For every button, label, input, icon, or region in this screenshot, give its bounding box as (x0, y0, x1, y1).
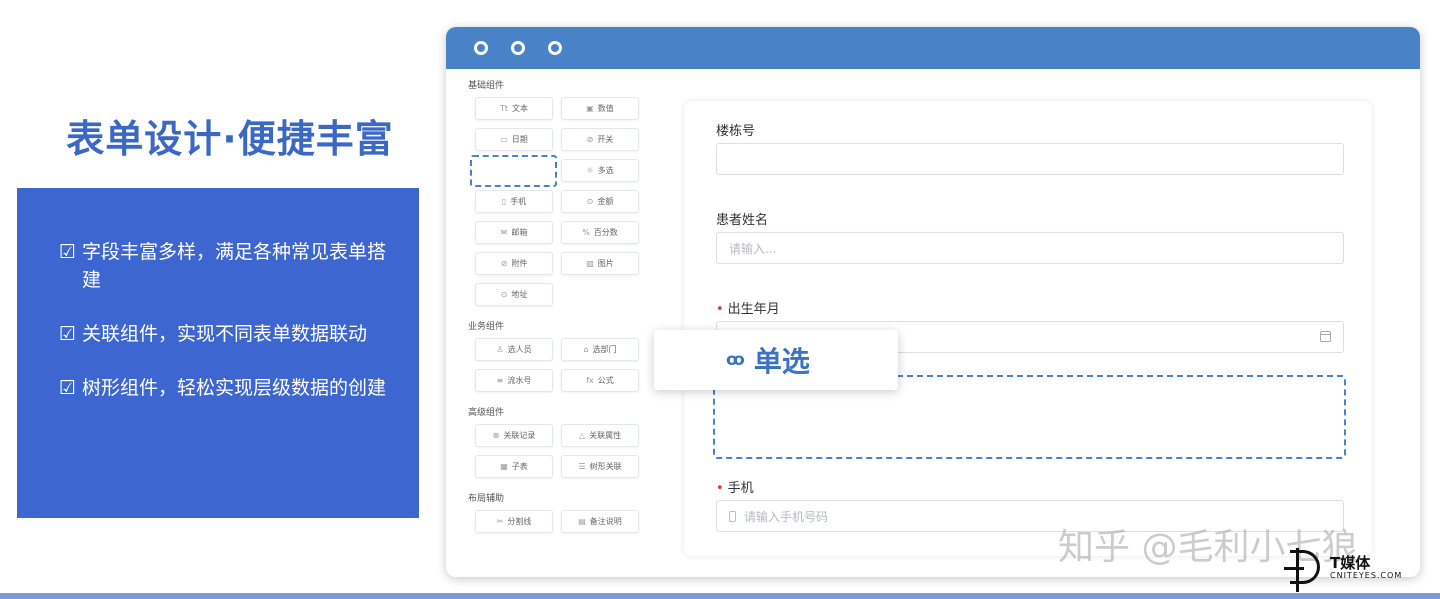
bottom-bar (0, 593, 1440, 599)
checkbox-icon: ☑ (59, 323, 77, 345)
component-tree-link[interactable]: ☰ 树形关联 (561, 455, 639, 478)
list-icon: ≡ (496, 376, 504, 385)
component-grid: ♙ 选人员 ⌂ 选部门 ≡ 流水号 fx 公式 (475, 338, 668, 392)
image-icon: ▨ (586, 259, 594, 268)
window-dot-icon[interactable] (474, 41, 488, 55)
feature-text: 字段丰富多样，满足各种常见表单搭建 (82, 241, 387, 291)
brand-logo: T媒体 CNITEYES.COM (1284, 548, 1403, 592)
component-text[interactable]: Tt 文本 (475, 97, 553, 120)
feature-item: ☑ 树形组件，轻松实现层级数据的创建 (59, 374, 389, 402)
attribute-icon: △ (578, 431, 586, 440)
component-grid: ⊗ 关联记录 △ 关联属性 ▦ 子表 ☰ 树形关联 (475, 424, 668, 478)
title-bar (446, 27, 1420, 69)
multi-select-icon: ☼ (586, 166, 594, 175)
calendar-icon: ▭ (500, 135, 508, 144)
link-icon: ⊗ (492, 431, 500, 440)
logo-mark-icon (1284, 548, 1320, 592)
text-icon: Tt (499, 104, 509, 113)
paperclip-icon: ⊘ (500, 259, 508, 268)
component-percent[interactable]: % 百分数 (561, 221, 639, 244)
feature-item: ☑ 关联组件，实现不同表单数据联动 (59, 320, 389, 348)
component-subtable[interactable]: ▦ 子表 (475, 455, 553, 478)
component-switch[interactable]: ⊘ 开关 (561, 128, 639, 151)
component-email[interactable]: ✉ 邮箱 (475, 221, 553, 244)
component-linked-attr[interactable]: △ 关联属性 (561, 424, 639, 447)
component-palette: 基础组件 Tt 文本 ▣ 数值 ▭ 日期 ⊘ 开关 ☼ 多选 ▯ 手机 ⊙ 金额 ✉ 邮箱 % 百… (468, 75, 668, 543)
component-phone[interactable]: ▯ 手机 (475, 190, 553, 213)
form-canvas: 楼栋号 患者姓名 请输入... • 出生年月 • 手机 请输入手机号码 (684, 101, 1372, 556)
window-dot-icon[interactable] (511, 41, 525, 55)
logo-en: CNITEYES.COM (1330, 570, 1403, 580)
checkbox-icon: ☑ (59, 377, 77, 399)
user-icon: ♙ (496, 345, 504, 354)
percent-icon: % (582, 228, 590, 237)
switch-icon: ⊘ (586, 135, 594, 144)
mail-icon: ✉ (500, 228, 508, 237)
component-grid: Tt 文本 ▣ 数值 ▭ 日期 ⊘ 开关 ☼ 多选 ▯ 手机 ⊙ 金额 ✉ 邮箱 % 百分数 ⊘ 附… (470, 97, 668, 306)
phone-icon (729, 510, 736, 522)
component-number[interactable]: ▣ 数值 (561, 97, 639, 120)
component-divider[interactable]: ✂ 分割线 (475, 510, 553, 533)
phone-icon: ▯ (501, 197, 507, 206)
component-linked-record[interactable]: ⊗ 关联记录 (475, 424, 553, 447)
required-mark: • (716, 481, 724, 496)
formula-icon: fx (586, 376, 594, 385)
feature-text: 树形组件，轻松实现层级数据的创建 (82, 377, 387, 399)
building-label: 楼栋号 (716, 124, 756, 139)
coin-icon: ⊙ (586, 197, 594, 206)
component-address[interactable]: ⊙ 地址 (475, 283, 553, 306)
headline: 表单设计·便捷丰富 (66, 117, 394, 161)
required-mark: • (716, 302, 724, 317)
dragged-placeholder (470, 155, 557, 187)
logo-cn: T媒体 (1330, 553, 1371, 572)
table-icon: ▦ (500, 462, 508, 471)
tree-icon: ☰ (578, 462, 586, 471)
component-serial[interactable]: ≡ 流水号 (475, 369, 553, 392)
single-select-icon: ꝏ (726, 350, 745, 370)
component-amount[interactable]: ⊙ 金额 (561, 190, 639, 213)
patient-name-input[interactable]: 请输入... (716, 232, 1344, 264)
location-icon: ⊙ (500, 290, 508, 299)
feature-text: 关联组件，实现不同表单数据联动 (82, 323, 368, 345)
window-dot-icon[interactable] (548, 41, 562, 55)
component-multi-select[interactable]: ☼ 多选 (561, 159, 639, 182)
component-note[interactable]: ▤ 备注说明 (561, 510, 639, 533)
phone-label: • 手机 (716, 481, 754, 496)
note-icon: ▤ (578, 517, 586, 526)
component-image[interactable]: ▨ 图片 (561, 252, 639, 275)
calendar-icon[interactable] (1320, 331, 1331, 342)
checkbox-icon: ☑ (59, 241, 77, 263)
component-date[interactable]: ▭ 日期 (475, 128, 553, 151)
patient-name-label: 患者姓名 (716, 213, 769, 228)
birth-label: • 出生年月 (716, 302, 780, 317)
scissors-icon: ✂ (496, 517, 504, 526)
component-select-dept[interactable]: ⌂ 选部门 (561, 338, 639, 361)
section-label: 基础组件 (468, 81, 505, 91)
number-icon: ▣ (586, 104, 594, 113)
feature-list: ☑ 字段丰富多样，满足各种常见表单搭建 ☑ 关联组件，实现不同表单数据联动 ☑ … (17, 188, 419, 518)
component-attachment[interactable]: ⊘ 附件 (475, 252, 553, 275)
section-label: 业务组件 (468, 322, 505, 332)
component-formula[interactable]: fx 公式 (561, 369, 639, 392)
building-input[interactable] (716, 143, 1344, 175)
section-label: 高级组件 (468, 408, 505, 418)
drag-label: 单选 (753, 345, 810, 378)
dragging-single-select[interactable]: ꝏ 单选 (654, 330, 898, 390)
department-icon: ⌂ (583, 345, 589, 354)
app-window: 基础组件 Tt 文本 ▣ 数值 ▭ 日期 ⊘ 开关 ☼ 多选 ▯ 手机 ⊙ 金额 ✉ 邮箱 % 百… (446, 27, 1420, 577)
section-label: 布局辅助 (468, 494, 505, 504)
feature-item: ☑ 字段丰富多样，满足各种常见表单搭建 (59, 238, 389, 294)
component-select-user[interactable]: ♙ 选人员 (475, 338, 553, 361)
component-grid: ✂ 分割线 ▤ 备注说明 (475, 510, 668, 533)
